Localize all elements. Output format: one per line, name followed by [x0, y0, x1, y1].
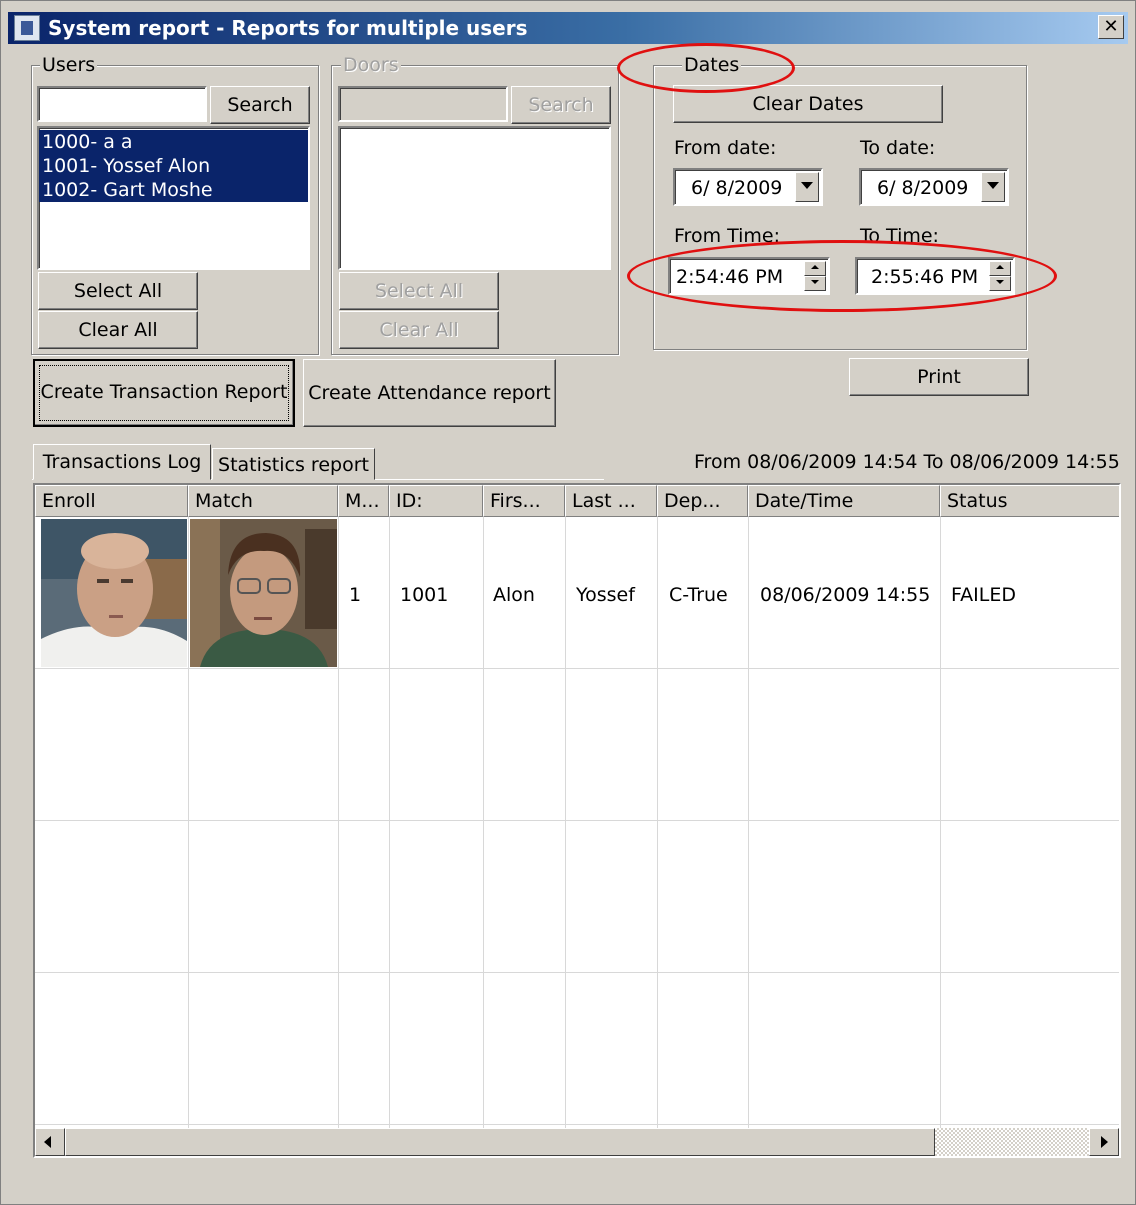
tab-statistics-report-label: Statistics report	[218, 454, 369, 476]
users-search-input[interactable]	[37, 86, 207, 122]
window-title: System report - Reports for multiple use…	[48, 16, 528, 40]
column-header-datetime[interactable]: Date/Time	[748, 485, 940, 517]
cell-m: 1	[349, 584, 362, 606]
scroll-right-button[interactable]	[1089, 1128, 1119, 1156]
grid-line	[389, 517, 390, 1156]
grid-line	[748, 517, 749, 1156]
from-date-picker[interactable]: 6/ 8/2009	[673, 168, 823, 206]
tab-transactions-log-label: Transactions Log	[42, 451, 202, 473]
cell-first-name: Alon	[493, 584, 535, 606]
list-item[interactable]: 1000- a a	[39, 130, 308, 154]
scroll-left-button[interactable]	[35, 1128, 65, 1156]
column-header-status[interactable]: Status	[940, 485, 1119, 517]
grid-line	[35, 972, 1119, 973]
chevron-down-icon[interactable]	[981, 172, 1005, 202]
users-select-all-label: Select All	[73, 280, 163, 302]
cell-department: C-True	[669, 584, 728, 606]
chevron-down-icon[interactable]	[795, 172, 819, 202]
column-header-enroll[interactable]: Enroll	[35, 485, 188, 517]
from-date-label: From date:	[674, 137, 777, 159]
to-date-picker[interactable]: 6/ 8/2009	[859, 168, 1009, 206]
doors-search-label: Search	[528, 94, 594, 116]
create-transaction-report-button[interactable]: Create Transaction Report	[33, 359, 295, 427]
doors-clear-all-label: Clear All	[379, 319, 459, 341]
cell-datetime: 08/06/2009 14:55	[760, 584, 931, 606]
list-item[interactable]: 1002- Gart Moshe	[39, 178, 308, 202]
users-clear-all-button[interactable]: Clear All	[38, 311, 198, 349]
doors-list	[338, 126, 611, 270]
users-search-label: Search	[227, 94, 293, 116]
grid-line	[940, 517, 941, 1156]
doors-search-button: Search	[511, 86, 611, 124]
users-clear-all-label: Clear All	[78, 319, 158, 341]
tab-transactions-log[interactable]: Transactions Log	[33, 444, 211, 480]
create-transaction-label: Create Transaction Report	[40, 381, 288, 403]
enroll-photo	[41, 519, 187, 667]
column-header-id[interactable]: ID:	[389, 485, 483, 517]
doors-select-all-label: Select All	[374, 280, 464, 302]
grid-line	[35, 668, 1119, 669]
column-header-match[interactable]: Match	[188, 485, 338, 517]
doors-clear-all-button: Clear All	[339, 311, 499, 349]
annotation-circle-dates	[617, 43, 795, 93]
users-select-all-button[interactable]: Select All	[38, 272, 198, 310]
doors-search-input	[338, 86, 508, 122]
grid-line	[338, 517, 339, 1156]
grid-line	[657, 517, 658, 1156]
chevron-left-icon	[44, 1136, 51, 1148]
face-photo-icon	[41, 519, 187, 667]
transactions-grid[interactable]: Enroll Match M... ID: Firs... Last ... D…	[33, 483, 1121, 1158]
grid-line	[483, 517, 484, 1156]
face-photo-icon	[190, 519, 337, 667]
grid-line	[35, 1124, 1119, 1125]
tab-statistics-report[interactable]: Statistics report	[212, 448, 375, 480]
close-button[interactable]: ✕	[1098, 15, 1124, 39]
doors-select-all-button: Select All	[339, 272, 499, 310]
users-search-button[interactable]: Search	[210, 86, 310, 124]
from-date-value: 6/ 8/2009	[691, 177, 783, 199]
column-header-last-name[interactable]: Last ...	[565, 485, 657, 517]
horizontal-scrollbar[interactable]	[35, 1128, 1119, 1156]
column-header-first-name[interactable]: Firs...	[483, 485, 565, 517]
app-icon	[14, 15, 40, 41]
users-legend: Users	[40, 54, 98, 76]
create-attendance-label: Create Attendance report	[308, 382, 551, 404]
doors-legend: Doors	[341, 54, 401, 76]
grid-line	[35, 820, 1119, 821]
cell-id: 1001	[400, 584, 449, 606]
annotation-circle-times	[627, 240, 1057, 312]
cell-status: FAILED	[951, 584, 1017, 606]
cell-last-name: Yossef	[576, 584, 635, 606]
list-item[interactable]: 1001- Yossef Alon	[39, 154, 308, 178]
print-button[interactable]: Print	[849, 358, 1029, 396]
print-label: Print	[917, 366, 961, 388]
match-photo	[190, 519, 337, 667]
column-header-m[interactable]: M...	[338, 485, 389, 517]
grid-line	[565, 517, 566, 1156]
to-date-value: 6/ 8/2009	[877, 177, 969, 199]
clear-dates-label: Clear Dates	[752, 93, 864, 115]
close-icon: ✕	[1103, 16, 1119, 37]
to-date-label: To date:	[860, 137, 936, 159]
chevron-right-icon	[1101, 1136, 1108, 1148]
users-list[interactable]: 1000- a a 1001- Yossef Alon 1002- Gart M…	[37, 126, 310, 270]
column-header-department[interactable]: Dep...	[657, 485, 748, 517]
grid-line	[188, 517, 189, 1156]
create-attendance-report-button[interactable]: Create Attendance report	[303, 359, 556, 427]
scroll-thumb[interactable]	[65, 1128, 935, 1156]
date-range-text: From 08/06/2009 14:54 To 08/06/2009 14:5…	[694, 451, 1120, 473]
